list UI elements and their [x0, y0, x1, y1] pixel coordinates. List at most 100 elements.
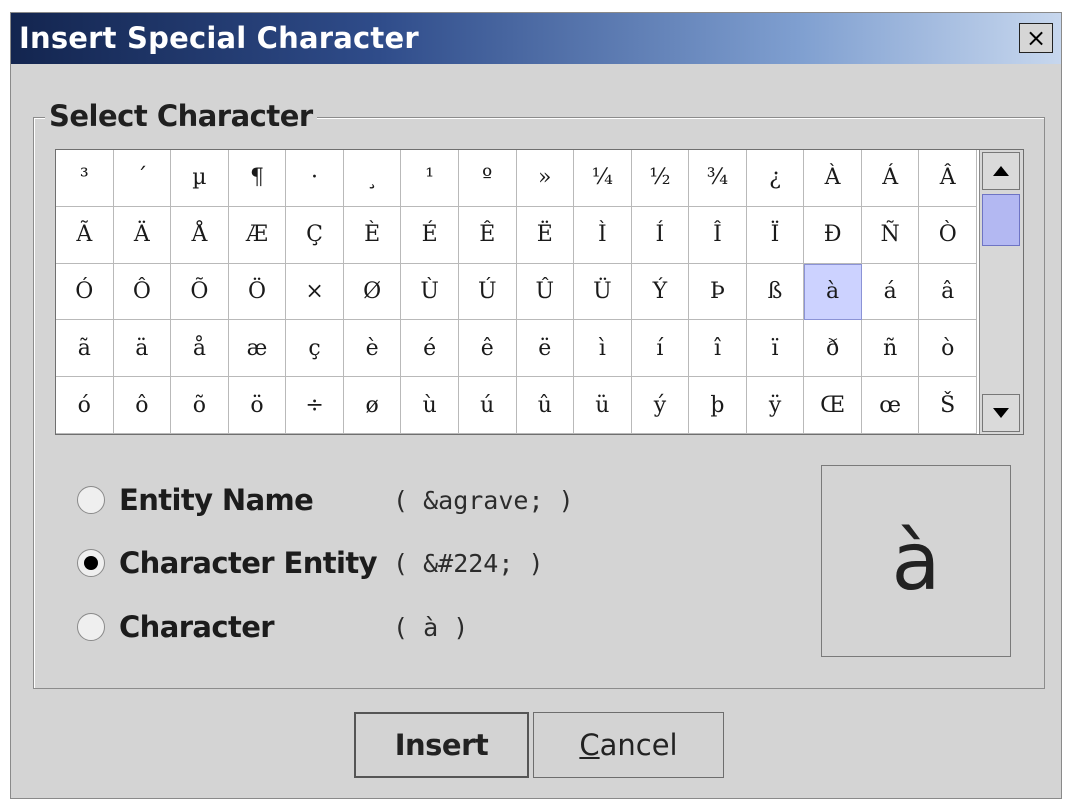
scroll-down-button[interactable]: [982, 394, 1020, 432]
char-cell[interactable]: Á: [861, 150, 920, 207]
char-cell[interactable]: ½: [631, 150, 690, 207]
char-cell[interactable]: Í: [631, 206, 690, 264]
char-cell[interactable]: œ: [861, 377, 920, 434]
char-cell[interactable]: Š: [919, 377, 977, 434]
char-cell[interactable]: ø: [343, 377, 402, 434]
char-cell[interactable]: ¶: [228, 150, 287, 207]
cancel-button[interactable]: Cancel: [533, 712, 724, 778]
char-cell[interactable]: ò: [919, 320, 977, 378]
char-cell[interactable]: Ç: [286, 206, 344, 264]
close-icon: ×: [1025, 24, 1047, 52]
char-cell[interactable]: å: [171, 320, 229, 378]
char-cell[interactable]: ÿ: [746, 377, 805, 434]
char-cell[interactable]: Õ: [171, 263, 229, 321]
char-cell[interactable]: Ù: [401, 263, 459, 321]
char-cell[interactable]: Â: [919, 150, 977, 207]
char-cell[interactable]: Ä: [113, 206, 172, 264]
char-cell[interactable]: µ: [171, 150, 229, 207]
char-cell[interactable]: Ö: [228, 263, 287, 321]
radio-character-entity[interactable]: [77, 549, 105, 577]
char-cell[interactable]: º: [458, 150, 517, 207]
char-cell[interactable]: Ú: [458, 263, 517, 321]
cancel-mnemonic: C: [579, 728, 600, 762]
char-cell[interactable]: ÷: [286, 377, 344, 434]
title-bar: Insert Special Character ×: [11, 13, 1061, 64]
char-cell[interactable]: õ: [171, 377, 229, 434]
char-cell[interactable]: Ü: [574, 263, 632, 321]
char-cell[interactable]: ß: [746, 263, 805, 321]
char-cell[interactable]: ý: [631, 377, 690, 434]
char-cell[interactable]: ´: [113, 150, 172, 207]
char-cell[interactable]: ì: [574, 320, 632, 378]
char-cell[interactable]: ñ: [861, 320, 920, 378]
char-cell[interactable]: î: [689, 320, 747, 378]
option-label: Character Entity: [119, 546, 378, 580]
char-cell[interactable]: æ: [228, 320, 287, 378]
char-cell[interactable]: Ð: [804, 206, 862, 264]
radio-character[interactable]: [77, 613, 105, 641]
char-cell[interactable]: Ê: [458, 206, 517, 264]
char-cell[interactable]: ä: [113, 320, 172, 378]
char-cell[interactable]: »: [516, 150, 575, 207]
option-character[interactable]: Character: [77, 610, 275, 644]
char-cell[interactable]: Î: [689, 206, 747, 264]
char-cell[interactable]: Œ: [804, 377, 862, 434]
char-cell[interactable]: Å: [171, 206, 229, 264]
char-cell[interactable]: ç: [286, 320, 344, 378]
char-cell[interactable]: ¿: [746, 150, 805, 207]
char-cell[interactable]: á: [861, 263, 920, 321]
char-cell[interactable]: à: [804, 263, 862, 321]
char-cell[interactable]: Ø: [343, 263, 402, 321]
char-cell[interactable]: ï: [746, 320, 805, 378]
radio-selected-dot: [84, 556, 98, 570]
char-cell[interactable]: ü: [574, 377, 632, 434]
char-cell[interactable]: ö: [228, 377, 287, 434]
char-cell[interactable]: ¾: [689, 150, 747, 207]
char-cell[interactable]: Ô: [113, 263, 172, 321]
character-grid-container: ³ ´ µ ¶ · ¸ ¹ º» ¼ ½ ¾ ¿ À Á Â Ã Ä Å Æ Ç È É Ê Ë Ì Í Î Ï Ð Ñ Ò Ó Ô Õ Ö × Ø Ù Ú…: [55, 149, 1024, 435]
char-cell[interactable]: Û: [516, 263, 575, 321]
radio-entity-name[interactable]: [77, 486, 105, 514]
char-cell[interactable]: ×: [286, 263, 344, 321]
vertical-scrollbar[interactable]: [979, 150, 1023, 434]
char-cell[interactable]: ·: [286, 150, 344, 207]
char-cell[interactable]: ô: [113, 377, 172, 434]
char-cell[interactable]: è: [343, 320, 402, 378]
char-cell[interactable]: ³: [56, 150, 114, 207]
char-cell[interactable]: ¹: [401, 150, 459, 207]
char-cell[interactable]: ù: [401, 377, 459, 434]
char-cell[interactable]: Ì: [574, 206, 632, 264]
char-cell[interactable]: ¸: [343, 150, 402, 207]
scrollbar-thumb[interactable]: [982, 194, 1020, 246]
option-label: Character: [119, 610, 275, 644]
char-cell[interactable]: û: [516, 377, 575, 434]
char-cell[interactable]: Ý: [631, 263, 690, 321]
char-cell[interactable]: É: [401, 206, 459, 264]
char-cell[interactable]: Æ: [228, 206, 287, 264]
close-button[interactable]: ×: [1019, 23, 1053, 53]
char-cell[interactable]: ã: [56, 320, 114, 378]
char-cell[interactable]: À: [804, 150, 862, 207]
option-character-entity[interactable]: Character Entity: [77, 546, 378, 580]
char-cell[interactable]: þ: [689, 377, 747, 434]
char-cell[interactable]: Ò: [919, 206, 977, 264]
char-cell[interactable]: â: [919, 263, 977, 321]
char-cell[interactable]: é: [401, 320, 459, 378]
char-cell[interactable]: Ï: [746, 206, 805, 264]
char-cell[interactable]: Ñ: [861, 206, 920, 264]
char-cell[interactable]: ¼: [574, 150, 632, 207]
char-cell[interactable]: È: [343, 206, 402, 264]
char-cell[interactable]: ó: [56, 377, 114, 434]
char-cell[interactable]: Ë: [516, 206, 575, 264]
insert-button[interactable]: Insert: [354, 712, 529, 778]
char-cell[interactable]: Þ: [689, 263, 747, 321]
char-cell[interactable]: ë: [516, 320, 575, 378]
char-cell[interactable]: Ã: [56, 206, 114, 264]
scroll-up-button[interactable]: [982, 152, 1020, 190]
option-entity-name[interactable]: Entity Name: [77, 483, 314, 517]
char-cell[interactable]: ð: [804, 320, 862, 378]
char-cell[interactable]: í: [631, 320, 690, 378]
char-cell[interactable]: ú: [458, 377, 517, 434]
char-cell[interactable]: ê: [458, 320, 517, 378]
char-cell[interactable]: Ó: [56, 263, 114, 321]
